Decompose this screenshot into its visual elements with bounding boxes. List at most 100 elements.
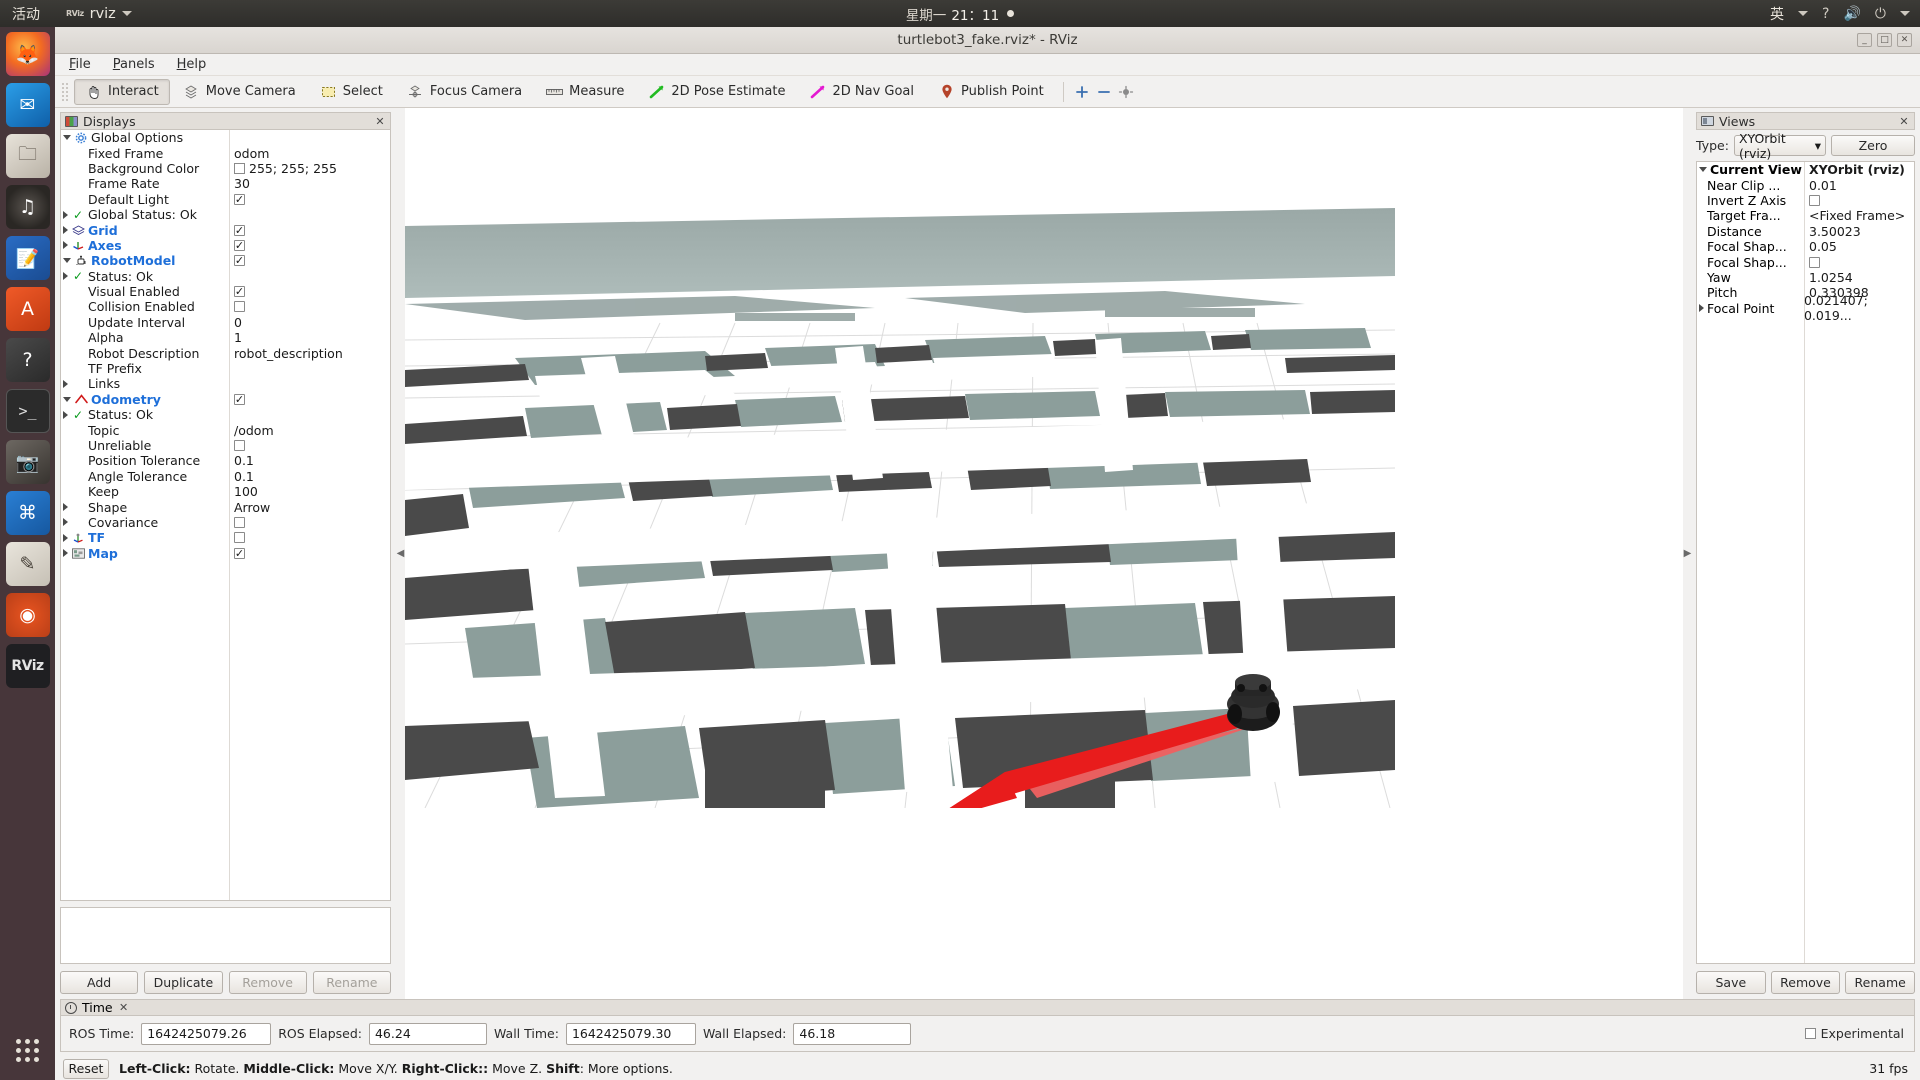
displays-row-robotmodel[interactable]: RobotModel (61, 253, 390, 268)
displays-row-global-status-ok[interactable]: ✓ Global Status: Ok (61, 207, 390, 222)
tool-focus-camera[interactable]: Focus Camera (396, 79, 533, 105)
tree-collapse-arrow[interactable] (63, 241, 68, 250)
displays-row-unreliable[interactable]: Unreliable (61, 438, 390, 453)
displays-row-default-light-checkbox[interactable] (234, 193, 245, 205)
tree-collapse-arrow[interactable] (63, 518, 68, 527)
help-icon[interactable]: ? (1822, 6, 1829, 22)
plus-icon[interactable] (1072, 82, 1092, 102)
tree-collapse-arrow[interactable] (63, 210, 68, 219)
launcher-item-firefox[interactable]: 🦊 (5, 32, 50, 76)
displays-tree[interactable]: Global Options Fixed Frame odom Background … (60, 130, 391, 901)
tree-collapse-arrow[interactable] (63, 379, 68, 388)
displays-row-shape[interactable]: Shape Arrow (61, 499, 390, 515)
tree-collapse-arrow[interactable] (63, 533, 68, 542)
minimize-button[interactable]: _ (1857, 33, 1872, 47)
rename-view-button[interactable]: Rename (1845, 971, 1916, 994)
wall-elapsed-input[interactable]: 46.18 (793, 1022, 912, 1045)
displays-row-keep[interactable]: Keep 100 (61, 484, 390, 499)
displays-row-status-ok[interactable]: ✓ Status: Ok (61, 407, 390, 422)
displays-row-visual-enabled-checkbox[interactable] (234, 286, 245, 298)
displays-row-unreliable-checkbox[interactable] (234, 440, 245, 451)
tree-collapse-arrow[interactable] (63, 226, 68, 235)
tree-collapse-arrow[interactable] (63, 272, 68, 281)
views-row-near-clip[interactable]: Near Clip ... 0.01 (1697, 177, 1914, 193)
views-row-distance[interactable]: Distance 3.50023 (1697, 224, 1914, 239)
displays-row-odometry-checkbox[interactable] (234, 393, 245, 405)
view-type-select[interactable]: XYOrbit (rviz) ▾ (1733, 131, 1826, 161)
rename-display-button[interactable]: Rename (312, 971, 391, 994)
launcher-item-rviz[interactable]: RViz (5, 644, 50, 688)
tree-expand-arrow[interactable] (63, 135, 71, 141)
displays-row-grid[interactable]: Grid (61, 222, 390, 238)
launcher-item-terminal[interactable]: >_ (5, 389, 50, 433)
right-dock-collapse-handle[interactable]: ▶ (1683, 108, 1692, 999)
displays-row-covariance[interactable]: Covariance (61, 515, 390, 530)
close-button[interactable]: ✕ (1897, 33, 1912, 47)
launcher-item-libreoffice-writer[interactable]: 📝 (5, 236, 50, 280)
wall-time-input[interactable]: 1642425079.30 (565, 1022, 696, 1045)
left-dock-collapse-handle[interactable]: ◀ (396, 108, 405, 999)
tool-interact[interactable]: Interact (74, 78, 170, 105)
views-row-focal-shap-checkbox[interactable] (1809, 256, 1820, 268)
tree-collapse-arrow[interactable] (1699, 304, 1704, 313)
displays-row-fixed-frame[interactable]: Fixed Frame odom (61, 145, 390, 161)
maximize-button[interactable]: □ (1877, 33, 1892, 47)
system-chevron-down-icon[interactable] (1900, 11, 1910, 16)
displays-row-default-light[interactable]: Default Light (61, 192, 390, 207)
power-icon[interactable]: ⏻ (1875, 6, 1886, 22)
displays-row-position-tolerance[interactable]: Position Tolerance 0.1 (61, 453, 390, 468)
displays-row-collision-enabled-checkbox[interactable] (234, 301, 245, 313)
displays-row-angle-tolerance[interactable]: Angle Tolerance 0.1 (61, 469, 390, 484)
input-method-indicator[interactable]: 英 (1770, 4, 1784, 24)
displays-row-map[interactable]: Map (61, 546, 390, 561)
activities-button[interactable]: 活动 (12, 4, 40, 24)
experimental-checkbox[interactable] (1804, 1028, 1816, 1039)
displays-row-robot-description[interactable]: Robot Description robot_description (61, 345, 390, 361)
volume-muted-icon[interactable]: 🔊 (1843, 6, 1860, 22)
reset-button[interactable]: Reset (63, 1058, 109, 1079)
duplicate-button[interactable]: Duplicate (144, 971, 223, 994)
minus-icon[interactable] (1094, 82, 1114, 102)
views-row-invert-z-axis[interactable]: Invert Z Axis (1697, 193, 1914, 208)
launcher-item-rhythmbox[interactable]: ♫ (5, 185, 50, 229)
views-row-yaw[interactable]: Yaw 1.0254 (1697, 270, 1914, 285)
views-close-icon[interactable]: ✕ (1898, 115, 1910, 128)
displays-row-axes[interactable]: Axes (61, 238, 390, 253)
launcher-item-vscode[interactable]: ⌘ (5, 491, 50, 535)
displays-row-global-options[interactable]: Global Options (61, 130, 390, 145)
app-menu[interactable]: RViz rviz (66, 6, 132, 22)
views-row-focal-shap[interactable]: Focal Shap... (1697, 254, 1914, 270)
remove-display-button[interactable]: Remove (228, 971, 307, 994)
displays-row-status-ok[interactable]: ✓ Status: Ok (61, 269, 390, 284)
menu-file[interactable]: File (69, 57, 91, 72)
tree-collapse-arrow[interactable] (63, 410, 68, 419)
displays-row-background-color[interactable]: Background Color 255; 255; 255 (61, 161, 390, 176)
displays-row-axes-checkbox[interactable] (234, 239, 245, 251)
launcher-item-text-editor[interactable]: ✎ (5, 542, 50, 586)
ros-time-input[interactable]: 1642425079.26 (141, 1022, 272, 1045)
toolbar-grip[interactable] (61, 81, 69, 102)
displays-row-grid-checkbox[interactable] (234, 224, 245, 236)
tree-expand-arrow[interactable] (63, 396, 71, 402)
views-row-invert-z-axis-checkbox[interactable] (1809, 194, 1820, 206)
launcher-item-screenshot[interactable]: 📷 (5, 440, 50, 484)
3d-render-view[interactable] (405, 108, 1683, 999)
ime-chevron-down-icon[interactable] (1798, 11, 1809, 16)
tree-collapse-arrow[interactable] (63, 549, 68, 558)
views-row-current-view[interactable]: Current View XYOrbit (rviz) (1697, 162, 1914, 177)
launcher-item-thunderbird[interactable]: ✉ (5, 83, 50, 127)
tool-measure[interactable]: Measure (535, 79, 635, 105)
views-tree[interactable]: Current View XYOrbit (rviz) Near Clip ... 0… (1696, 161, 1915, 964)
ros-elapsed-input[interactable]: 46.24 (368, 1022, 487, 1045)
displays-row-tf-checkbox[interactable] (234, 532, 245, 544)
displays-row-tf[interactable]: TF (61, 530, 390, 545)
displays-row-collision-enabled[interactable]: Collision Enabled (61, 299, 390, 314)
zero-button[interactable]: Zero (1830, 135, 1915, 156)
launcher-show-applications-button[interactable] (6, 1028, 50, 1072)
displays-row-map-checkbox[interactable] (234, 547, 245, 559)
displays-row-alpha[interactable]: Alpha 1 (61, 330, 390, 345)
time-close-icon[interactable]: ✕ (118, 1001, 130, 1014)
menu-panels[interactable]: Panels (113, 57, 155, 72)
displays-row-covariance-checkbox[interactable] (234, 516, 245, 528)
tool-2d-nav-goal[interactable]: 2D Nav Goal (798, 79, 925, 105)
